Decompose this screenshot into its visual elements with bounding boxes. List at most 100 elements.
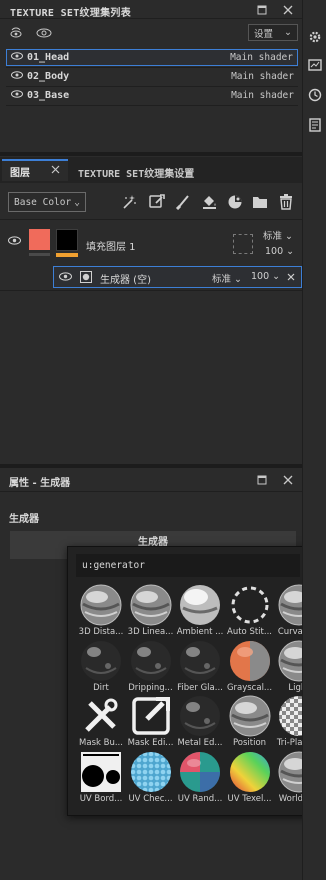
fill-layer-color-thumbnail[interactable]: [29, 229, 50, 250]
texture-set-name: 02_Body: [27, 71, 70, 82]
generator-item-label: 3D Dista...: [78, 627, 124, 637]
generator-item-label: Fiber Gla...: [177, 682, 223, 693]
generator-item[interactable]: UV Texel...: [225, 750, 275, 806]
close-icon[interactable]: [280, 2, 296, 18]
settings-dropdown[interactable]: 设置 ⌄: [248, 24, 298, 41]
display-settings-icon[interactable]: [308, 58, 322, 72]
generator-layer-row[interactable]: 生成器 (空) 标准 ⌄ 100 ⌄: [53, 266, 302, 288]
opacity-select[interactable]: 100 ⌄: [265, 246, 294, 257]
generator-picker-popup: u:generator 3D Dista... 3D Linea... Ambien…: [67, 546, 326, 816]
fill-bucket-icon[interactable]: [200, 193, 218, 211]
generator-item-label: UV Rand...: [177, 793, 223, 804]
right-tool-rail: [302, 0, 326, 880]
generator-item[interactable]: Dirt: [76, 639, 126, 695]
maximize-icon[interactable]: [254, 472, 270, 488]
history-icon[interactable]: [308, 88, 322, 102]
panel-splitter[interactable]: [0, 152, 302, 156]
generator-item[interactable]: Metal Ed...: [175, 694, 225, 750]
smart-material-icon[interactable]: [226, 193, 244, 211]
generator-item[interactable]: Auto Stit...: [225, 583, 275, 639]
settings-label: 设置: [254, 28, 274, 40]
eye-icon[interactable]: [8, 236, 21, 248]
tab-layers-label: 图层: [10, 167, 30, 179]
channel-select-value: Base Color: [14, 196, 72, 208]
paint-brush-icon[interactable]: [174, 193, 192, 211]
generator-item[interactable]: UV Rand...: [175, 750, 225, 806]
blending-placeholder-icon: [233, 234, 253, 254]
tab-texture-set-settings[interactable]: TEXTURE SET纹理集设置: [70, 161, 202, 183]
generator-item[interactable]: Grayscal...: [225, 639, 275, 695]
generator-item-label: Grayscal...: [226, 682, 273, 693]
generator-item-label: Ambient ...: [176, 627, 224, 637]
eye-icon[interactable]: [59, 272, 72, 284]
eye-icon[interactable]: [11, 90, 23, 101]
generator-item[interactable]: 3D Dista...: [76, 583, 126, 639]
generator-thumbnail: [130, 584, 172, 626]
generator-item[interactable]: 3D Linea...: [126, 583, 176, 639]
texture-set-row[interactable]: 03_Base Main shader: [6, 87, 298, 104]
fill-layer-row[interactable]: 填充图层 1 标准 ⌄ 100 ⌄: [0, 222, 302, 264]
generator-blend-mode-select[interactable]: 标准 ⌄: [212, 271, 242, 285]
add-mask-icon[interactable]: [148, 193, 166, 211]
texture-set-shader: Main shader: [230, 52, 293, 63]
generator-item-label: Dirt: [93, 682, 109, 693]
opacity-value: 100: [265, 246, 284, 257]
log-icon[interactable]: [308, 118, 322, 132]
refresh-visibility-icon[interactable]: [8, 25, 24, 41]
close-icon[interactable]: [280, 472, 296, 488]
generator-thumbnail: [179, 640, 221, 682]
generator-thumbnail: [130, 751, 172, 793]
generator-item-label: UV Bord...: [79, 793, 123, 804]
generator-item-label: Auto Stit...: [227, 627, 272, 637]
channel-select[interactable]: Base Color ⌄: [8, 192, 86, 212]
generator-name: 生成器 (空): [100, 275, 151, 286]
trash-icon[interactable]: [277, 193, 295, 211]
generator-item-label: UV Texel...: [227, 793, 272, 804]
info-icon[interactable]: [36, 25, 52, 41]
generator-item[interactable]: UV Chec...: [126, 750, 176, 806]
generator-thumbnail: [229, 695, 271, 737]
generator-item-label: Position: [232, 738, 267, 748]
gear-icon[interactable]: [308, 30, 322, 44]
texture-set-row[interactable]: 02_Body Main shader: [6, 68, 298, 85]
generator-thumbnail: [229, 584, 271, 626]
generator-item[interactable]: Fiber Gla...: [175, 639, 225, 695]
eye-icon[interactable]: [11, 71, 23, 82]
generator-item[interactable]: Ambient ...: [175, 583, 225, 639]
chevron-down-icon: ⌄: [74, 196, 80, 208]
properties-section-title: 生成器: [9, 514, 39, 525]
generator-item[interactable]: Mask Bu...: [76, 694, 126, 750]
chevron-down-icon: ⌄: [285, 231, 294, 242]
blend-mode-value: 标准: [212, 274, 232, 285]
eye-icon[interactable]: [11, 52, 23, 63]
generator-item-label: Dripping...: [128, 682, 173, 693]
chevron-down-icon: ⌄: [272, 271, 281, 282]
opacity-value: 100: [251, 271, 270, 282]
texture-set-row[interactable]: 01_Head Main shader: [6, 49, 298, 66]
generator-search-input[interactable]: u:generator: [76, 554, 300, 577]
folder-icon[interactable]: [251, 193, 269, 211]
close-icon[interactable]: [287, 273, 295, 284]
generator-item-label: Metal Ed...: [177, 738, 223, 748]
generator-item[interactable]: UV Bord...: [76, 750, 126, 806]
texture-set-name: 03_Base: [27, 90, 70, 101]
generator-item-label: 3D Linea...: [127, 627, 174, 637]
maximize-icon[interactable]: [254, 2, 270, 18]
add-effect-wand-icon[interactable]: [120, 193, 138, 211]
generator-item-label: Mask Bu...: [79, 738, 123, 748]
close-icon[interactable]: [51, 165, 60, 177]
fill-layer-thumb-underbar: [29, 253, 50, 256]
generator-thumbnail: [130, 640, 172, 682]
texture-set-list-panel: TEXTURE SET纹理集列表 设置 ⌄ 01_Head Main shade…: [0, 0, 302, 150]
properties-title: 属性 - 生成器: [9, 478, 71, 489]
blend-mode-select[interactable]: 标准 ⌄: [263, 228, 293, 242]
generator-thumbnail: [80, 640, 122, 682]
search-value: u:generator: [82, 560, 145, 571]
generator-opacity-select[interactable]: 100 ⌄: [251, 271, 280, 282]
tab-layers[interactable]: 图层: [2, 159, 68, 181]
generator-item[interactable]: Position: [225, 694, 275, 750]
generator-thumbnail: [80, 751, 122, 793]
generator-item[interactable]: Dripping...: [126, 639, 176, 695]
generator-item[interactable]: Mask Edi...: [126, 694, 176, 750]
mask-thumbnail[interactable]: [56, 229, 78, 251]
